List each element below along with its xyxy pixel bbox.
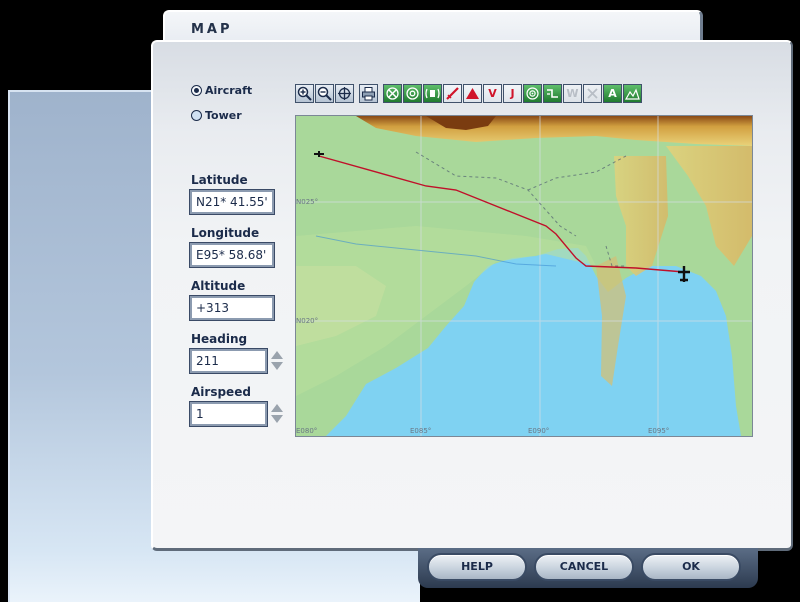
radio-tower-label: Tower (205, 109, 242, 122)
ok-button[interactable]: OK (641, 553, 741, 581)
lon-label-90: E090° (528, 427, 549, 435)
terrain-icon[interactable] (623, 84, 642, 103)
altitude-field[interactable]: +313 (189, 295, 275, 321)
airspeed-spinner[interactable] (270, 403, 284, 425)
radio-tower-indicator[interactable] (191, 110, 202, 121)
radio-tower[interactable]: Tower (191, 109, 242, 122)
heading-up-arrow-icon[interactable] (271, 351, 283, 359)
heading-field[interactable]: 211 (189, 348, 268, 374)
radio-aircraft[interactable]: Aircraft (191, 84, 252, 97)
airspeed-down-arrow-icon[interactable] (271, 415, 283, 423)
window-title: MAP (191, 22, 233, 37)
airspeed-field[interactable]: 1 (189, 401, 268, 427)
vor-icon[interactable] (383, 84, 402, 103)
lat-label-20: N020° (296, 317, 318, 325)
airspace-labels-icon[interactable]: A (603, 84, 622, 103)
lon-label-85: E085° (410, 427, 431, 435)
print-icon[interactable] (359, 84, 378, 103)
map-canvas[interactable]: N025° N020° E080° E085° E090° E095° (296, 116, 752, 436)
airport-icon[interactable] (443, 84, 462, 103)
zoom-in-icon[interactable] (295, 84, 314, 103)
map-view[interactable]: N025° N020° E080° E085° E090° E095° (295, 115, 753, 437)
heading-down-arrow-icon[interactable] (271, 362, 283, 370)
waypoint-icon[interactable]: W (563, 84, 582, 103)
cancel-button[interactable]: CANCEL (534, 553, 634, 581)
heading-spinner[interactable] (270, 350, 284, 372)
longitude-label: Longitude (191, 226, 260, 240)
airways-triangle-icon[interactable] (463, 84, 482, 103)
airspeed-label: Airspeed (191, 385, 251, 399)
victor-airways-icon[interactable]: V (483, 84, 502, 103)
radar-icon[interactable] (523, 84, 542, 103)
airspeed-up-arrow-icon[interactable] (271, 404, 283, 412)
disabled-waypoint-icon[interactable] (583, 84, 602, 103)
longitude-field[interactable]: E95* 58.68' (189, 242, 275, 268)
help-button[interactable]: HELP (427, 553, 527, 581)
airspace-labels-glyph: A (608, 87, 617, 100)
heading-label: Heading (191, 332, 248, 346)
ndb-icon[interactable] (403, 84, 422, 103)
latitude-field[interactable]: N21* 41.55' (189, 189, 275, 215)
lon-label-95: E095° (648, 427, 669, 435)
latitude-label: Latitude (191, 173, 248, 187)
center-aircraft-icon[interactable] (335, 84, 354, 103)
altitude-label: Altitude (191, 279, 246, 293)
jet-airways-icon[interactable]: J (503, 84, 522, 103)
lat-label-25: N025° (296, 198, 318, 206)
lon-label-80: E080° (296, 427, 317, 435)
ils-icon[interactable] (423, 84, 442, 103)
route-icon[interactable] (543, 84, 562, 103)
radio-aircraft-label: Aircraft (205, 84, 253, 97)
zoom-out-icon[interactable] (315, 84, 334, 103)
radio-aircraft-indicator[interactable] (191, 85, 202, 96)
map-toolbar: V J W A (295, 84, 642, 104)
